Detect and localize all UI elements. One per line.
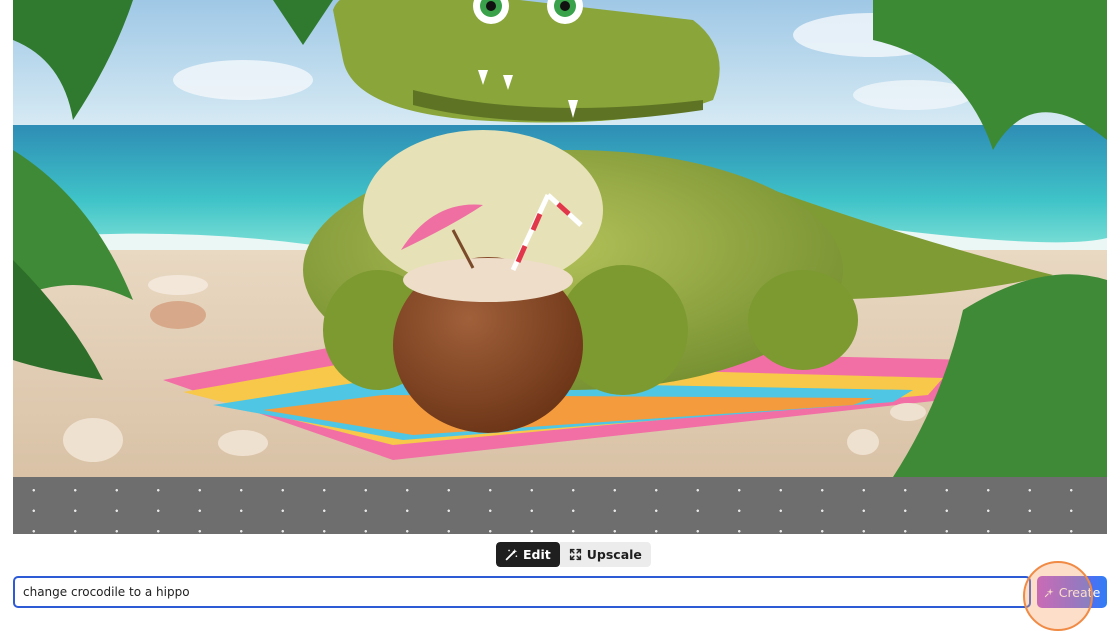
- image-action-toolbar: Edit Upscale: [496, 542, 651, 567]
- create-label: Create: [1058, 584, 1101, 600]
- generated-image: [13, 0, 1107, 477]
- upscale-button[interactable]: Upscale: [559, 542, 651, 567]
- edit-label: Edit: [523, 547, 551, 562]
- image-canvas: [13, 0, 1107, 534]
- create-button[interactable]: Create: [1037, 576, 1107, 608]
- sparkle-icon: [1044, 587, 1054, 597]
- prompt-input[interactable]: [13, 576, 1031, 608]
- edit-button[interactable]: Edit: [496, 542, 560, 567]
- upscale-label: Upscale: [586, 547, 642, 562]
- transparent-padding-area: [13, 477, 1107, 534]
- magic-wand-icon: [505, 548, 518, 561]
- expand-icon: [569, 548, 581, 561]
